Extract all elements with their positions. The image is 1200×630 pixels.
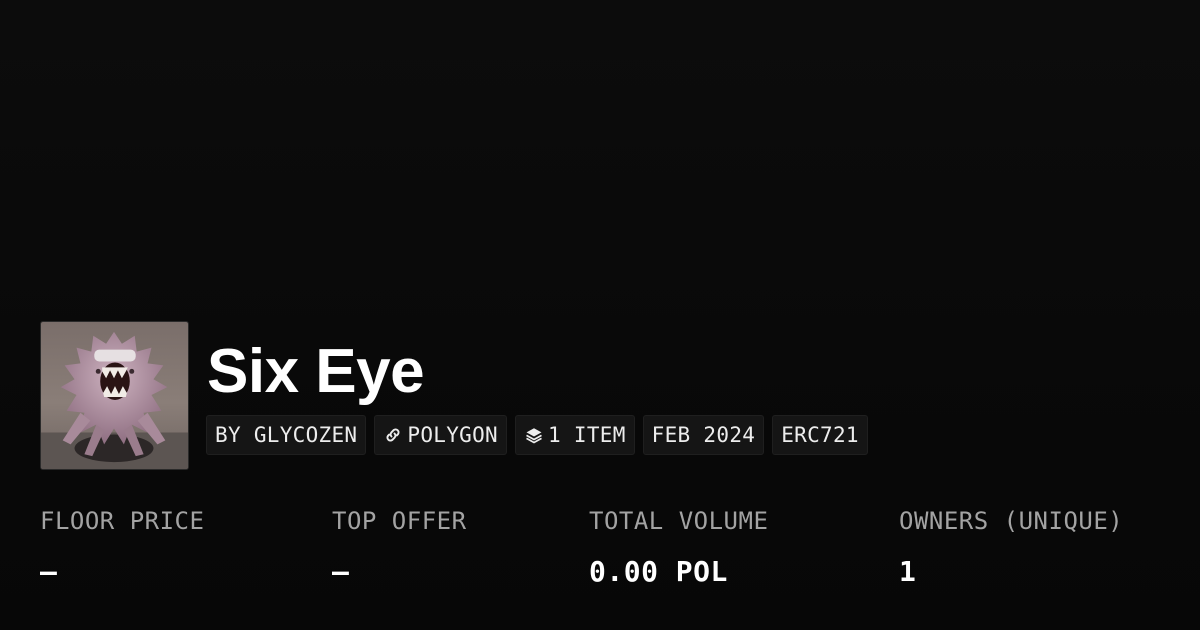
layers-icon bbox=[524, 425, 544, 445]
collection-thumbnail[interactable] bbox=[40, 321, 189, 470]
chain-chip[interactable]: POLYGON bbox=[374, 415, 507, 455]
stat-top-offer-label: TOP OFFER bbox=[332, 507, 467, 535]
stat-total-volume-label: TOTAL VOLUME bbox=[589, 507, 769, 535]
stat-total-volume-value: 0.00 POL bbox=[589, 555, 728, 588]
link-icon bbox=[383, 425, 403, 445]
chain-label: POLYGON bbox=[407, 423, 498, 447]
collection-title: Six Eye bbox=[207, 337, 425, 406]
created-date-chip: FEB 2024 bbox=[642, 415, 765, 455]
collection-artwork-image bbox=[41, 322, 188, 469]
stat-floor-price-value: — bbox=[40, 555, 58, 588]
stat-owners-value: 1 bbox=[899, 555, 917, 588]
created-date-label: FEB 2024 bbox=[651, 423, 756, 447]
stat-floor-price: FLOOR PRICE — bbox=[40, 504, 204, 590]
stat-owners: OWNERS (UNIQUE) 1 bbox=[899, 504, 1123, 590]
token-standard-label: ERC721 bbox=[781, 423, 859, 447]
stat-top-offer-value: — bbox=[332, 555, 350, 588]
token-standard-chip: ERC721 bbox=[772, 415, 868, 455]
stat-owners-label: OWNERS (UNIQUE) bbox=[899, 507, 1124, 535]
stat-total-volume: TOTAL VOLUME 0.00 POL bbox=[589, 504, 768, 590]
collection-meta-chips: BY GLYCOZEN POLYGON 1 ITEM FEB 2024 ERC7… bbox=[206, 415, 868, 455]
creator-label: BY GLYCOZEN bbox=[215, 423, 358, 447]
stat-floor-price-label: FLOOR PRICE bbox=[40, 507, 205, 535]
creator-chip[interactable]: BY GLYCOZEN bbox=[206, 415, 367, 455]
items-label: 1 ITEM bbox=[547, 423, 626, 447]
stat-top-offer: TOP OFFER — bbox=[332, 504, 467, 590]
items-chip[interactable]: 1 ITEM bbox=[514, 415, 635, 455]
